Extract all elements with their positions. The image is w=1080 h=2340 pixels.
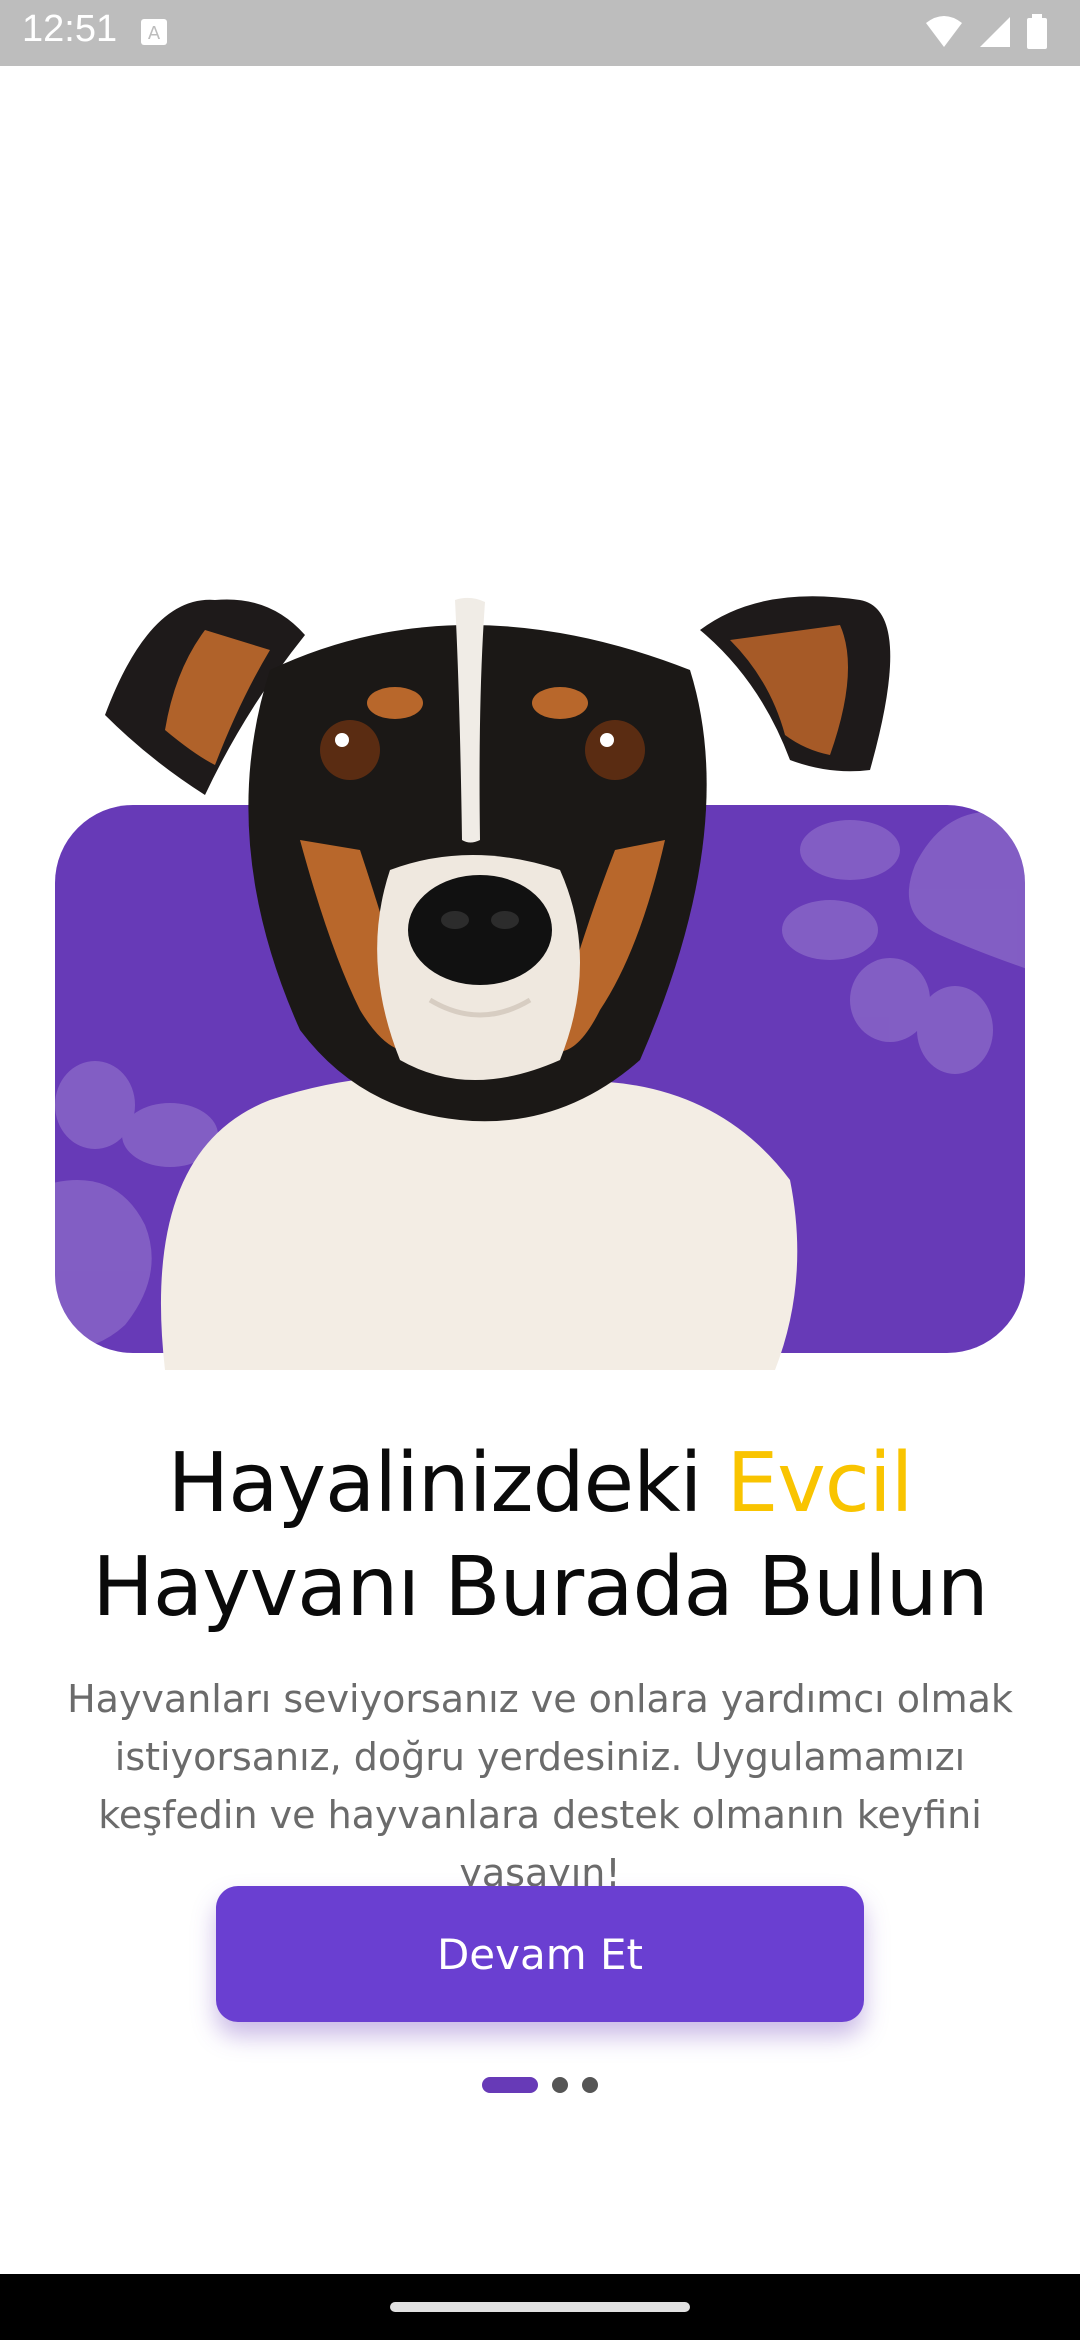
page-dot-active[interactable] — [482, 2077, 538, 2093]
battery-icon — [1026, 14, 1048, 54]
status-icons — [924, 14, 1048, 54]
title-text: Hayalinizdeki — [167, 1436, 727, 1531]
page-dot[interactable] — [552, 2077, 568, 2093]
page-title: Hayalinizdeki Evcil Hayvanı Burada Bulun — [0, 1432, 1080, 1640]
title-accent: Evcil — [726, 1436, 913, 1531]
svg-text:A: A — [148, 23, 161, 44]
signal-icon — [978, 15, 1012, 53]
home-indicator[interactable] — [390, 2302, 690, 2312]
accessibility-icon: A — [140, 18, 168, 50]
status-time: 12:51 — [22, 8, 118, 50]
page-indicator — [0, 2077, 1080, 2093]
title-line2: Hayvanı Burada Bulun — [92, 1540, 989, 1635]
wifi-icon — [924, 15, 964, 53]
subtitle: Hayvanları seviyorsanız ve onlara yardım… — [67, 1677, 1013, 1895]
continue-button[interactable]: Devam Et — [216, 1886, 864, 2022]
page-dot[interactable] — [582, 2077, 598, 2093]
dog-photo — [0, 540, 1080, 1374]
title-line1: Hayalinizdeki Evcil — [167, 1436, 914, 1531]
status-bar: 12:51 A — [0, 0, 1080, 66]
